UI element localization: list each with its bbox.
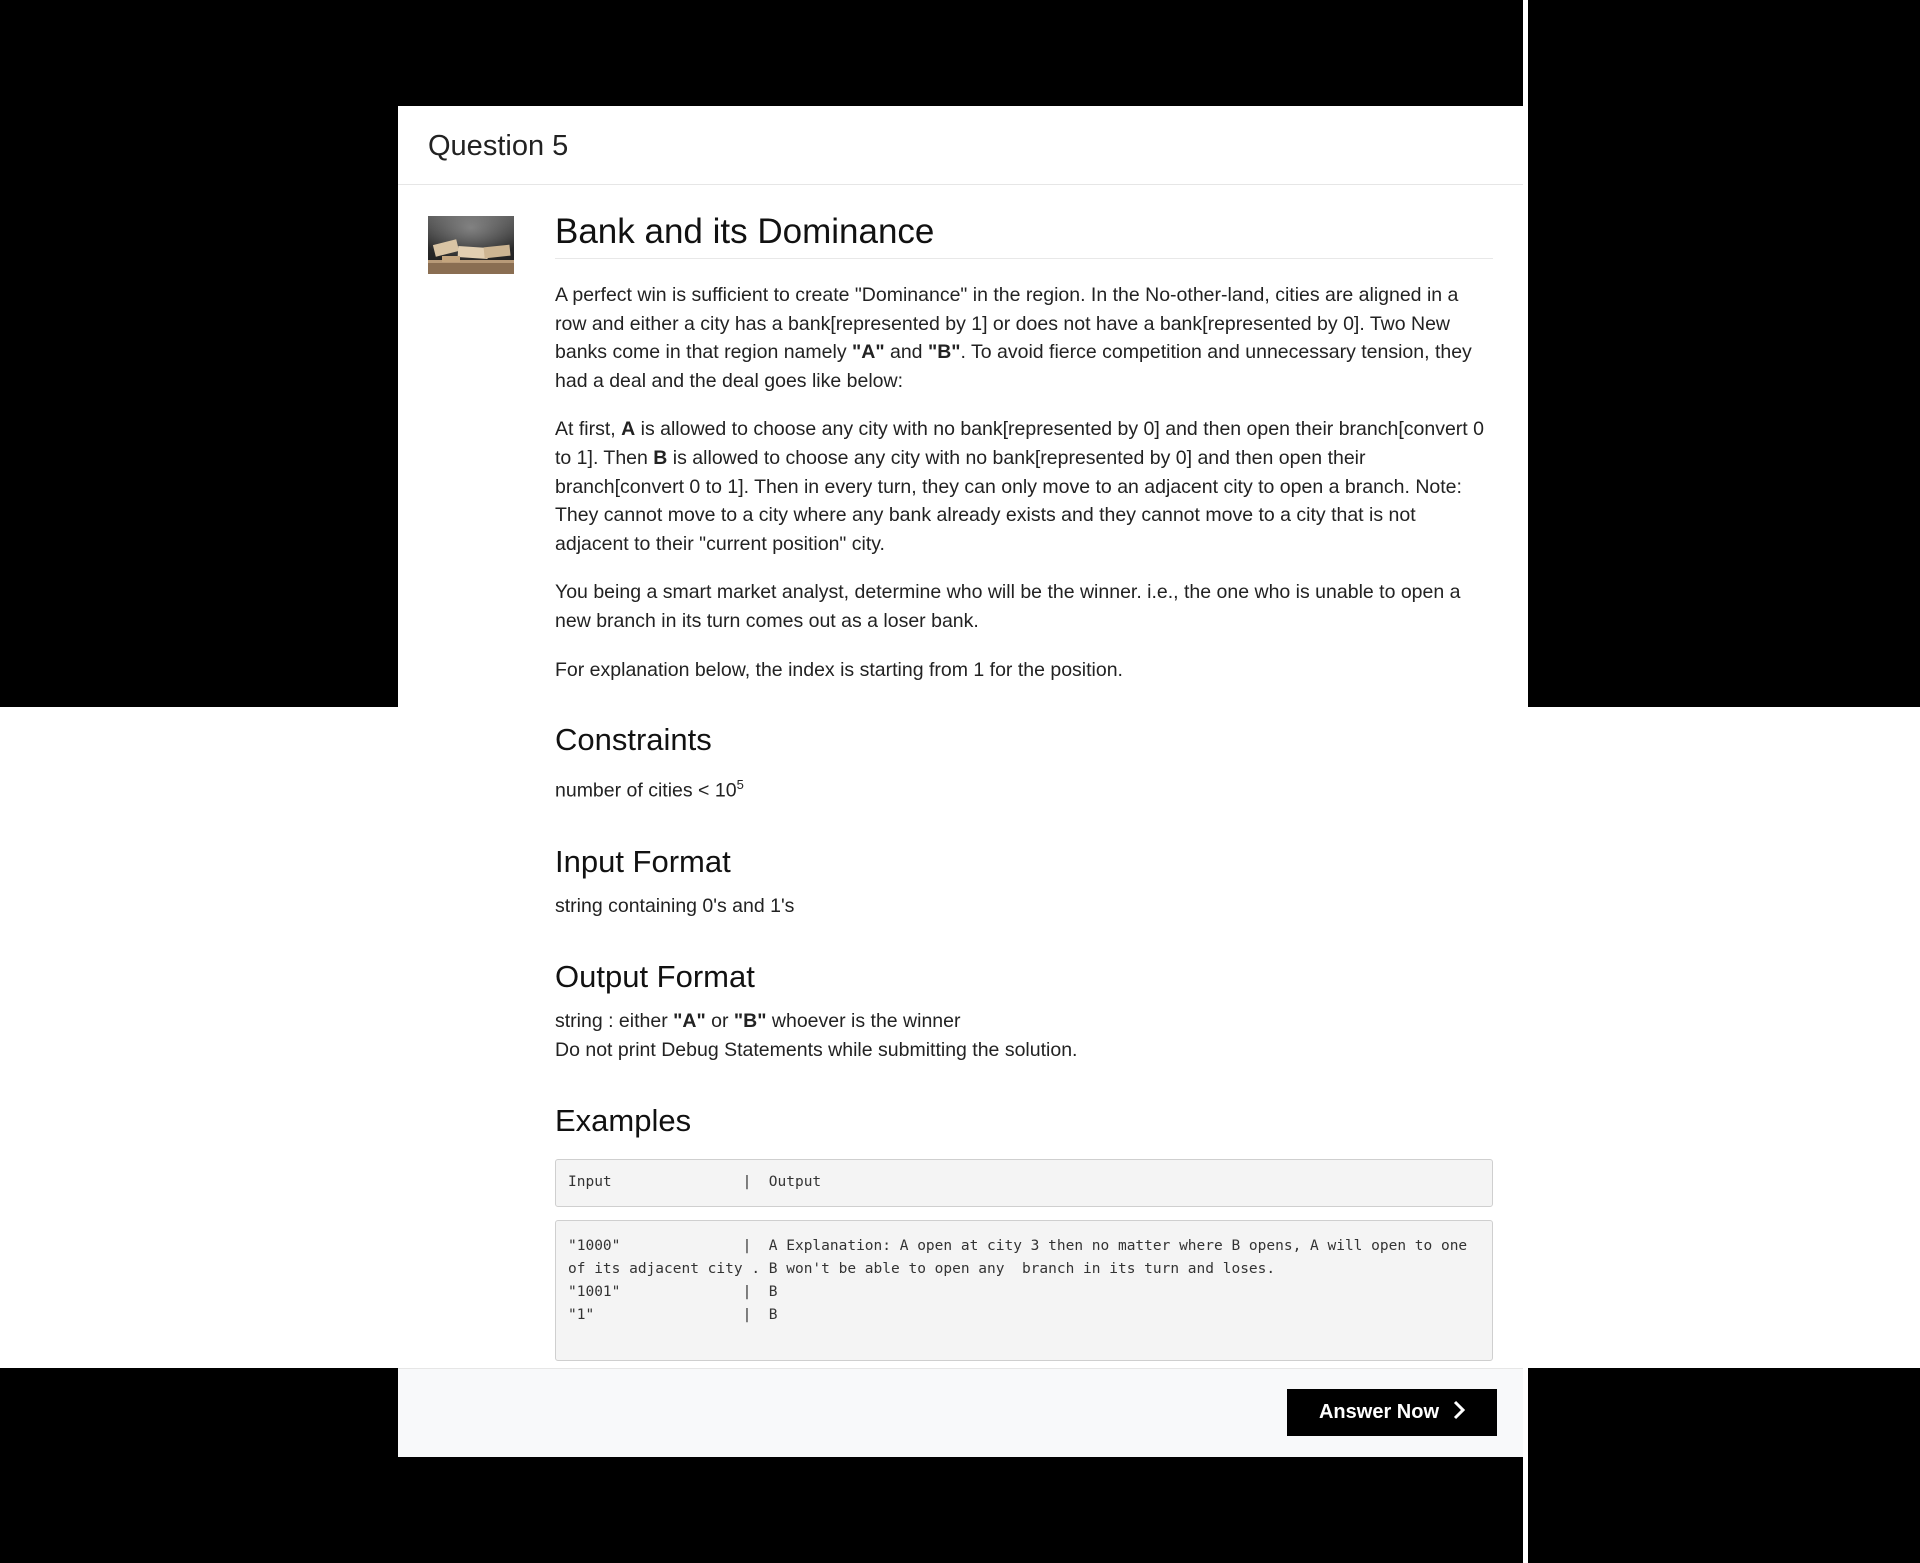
question-thumbnail-image: [428, 216, 514, 274]
panel-footer: Answer Now: [398, 1368, 1523, 1457]
input-format-text: string containing 0's and 1's: [555, 894, 795, 917]
constraints-exponent: 5: [736, 777, 744, 793]
examples-heading: Examples: [555, 1102, 692, 1138]
constraints-heading: Constraints: [555, 722, 712, 758]
question-panel: Question 5 Bank and its Dominance A perf…: [398, 106, 1523, 1457]
backdrop-divider-bottom: [1523, 1368, 1528, 1563]
panel-header: Question 5: [398, 106, 1523, 185]
question-content: Bank and its Dominance A perfect win is …: [555, 212, 1493, 1361]
output-format-heading: Output Format: [555, 958, 755, 994]
output-format-note: Do not print Debug Statements while subm…: [555, 1038, 1078, 1061]
answer-now-label: Answer Now: [1318, 1401, 1440, 1423]
input-format-heading: Input Format: [555, 843, 731, 879]
description-paragraph-2: At first, A is allowed to choose any cit…: [555, 418, 1484, 555]
example-row: "1" | B: [568, 1306, 778, 1323]
description-paragraph-4: For explanation below, the index is star…: [555, 658, 1123, 681]
examples-code-block: "1000" | A Explanation: A open at city 3…: [555, 1219, 1493, 1361]
output-format-text: string : either "A" or "B" whoever is th…: [555, 1009, 1078, 1061]
constraints-text: number of cities < 105: [555, 777, 744, 802]
example-row: "1001" | B: [568, 1283, 778, 1300]
question-number-title: Question 5: [428, 130, 569, 162]
answer-now-button[interactable]: Answer Now: [1287, 1389, 1497, 1436]
examples-header-row: Input | Output: [555, 1158, 1493, 1207]
description-paragraph-3: You being a smart market analyst, determ…: [555, 581, 1461, 632]
example-row: "1000" | A Explanation: A open at city 3…: [568, 1237, 1476, 1277]
chevron-right-icon: [1453, 1400, 1466, 1426]
description-paragraph-1: A perfect win is sufficient to create "D…: [555, 284, 1472, 392]
backdrop-divider-top: [1523, 0, 1528, 707]
question-heading: Bank and its Dominance: [555, 212, 1493, 259]
